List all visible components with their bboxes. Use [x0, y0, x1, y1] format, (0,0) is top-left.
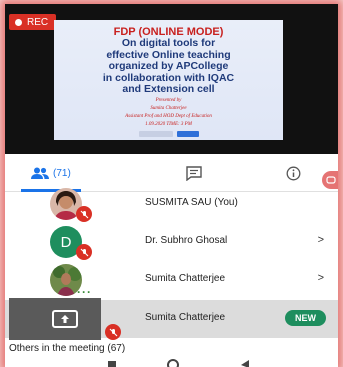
shared-slide: FDP (ONLINE MODE) On digital tools for e…: [54, 20, 283, 140]
meeting-screen: REC FDP (ONLINE MODE) On digital tools f…: [5, 4, 338, 367]
people-icon: [31, 167, 49, 179]
mic-off-icon: [76, 244, 92, 260]
new-badge: NEW: [285, 310, 326, 326]
chevron-right-icon[interactable]: >: [318, 272, 324, 284]
participant-row-presenting[interactable]: Sumita Chatterjee NEW: [5, 298, 338, 340]
bubble-icon: [326, 176, 336, 184]
participant-name: SUSMITA SAU (You): [145, 197, 238, 208]
participant-row[interactable]: D Dr. Subhro Ghosal >: [5, 223, 338, 261]
slide-line: On digital tools for: [121, 37, 216, 49]
recents-icon: [108, 361, 116, 367]
participant-name: Sumita Chatterjee: [145, 273, 226, 284]
mic-off-icon: [76, 206, 92, 222]
participant-row[interactable]: SUSMITA SAU (You): [5, 185, 338, 223]
slide-datetime: 1.09.2020 TIME: 3 PM: [145, 121, 192, 127]
info-icon: [286, 166, 301, 180]
others-section-header: Others in the meeting (67): [9, 343, 126, 354]
slide-button-blue: [176, 130, 199, 137]
slide-button-grey: [138, 130, 173, 137]
participant-name: Sumita Chatterjee: [145, 312, 226, 323]
slide-designation: Assistant Prof and HOD Dept of Education: [125, 113, 212, 119]
recording-dot-icon: [15, 18, 22, 26]
participant-count: (71): [53, 167, 71, 179]
home-icon: [167, 359, 179, 367]
back-icon: [241, 360, 249, 367]
presentation-video: REC FDP (ONLINE MODE) On digital tools f…: [5, 4, 338, 154]
avatar-initial: D: [60, 233, 72, 251]
tab-info[interactable]: [286, 162, 301, 184]
slide-presented-by: Presented by: [155, 97, 182, 103]
participant-name: Dr. Subhro Ghosal: [145, 235, 228, 246]
chat-icon: [186, 165, 202, 181]
slide-line: organized by APCollege: [108, 60, 229, 72]
mic-off-icon: [105, 324, 121, 340]
present-screen-icon: [52, 310, 78, 328]
recording-label: REC: [27, 16, 49, 28]
slide-button-row: [54, 130, 283, 137]
android-nav-bar: [108, 359, 249, 367]
speaking-indicator-icon: ···: [77, 285, 92, 299]
recording-indicator: REC: [9, 14, 57, 30]
slide-presenter: Sumita Chatterjee: [150, 105, 187, 111]
tab-people[interactable]: (71): [31, 162, 71, 184]
chevron-right-icon[interactable]: >: [318, 234, 324, 246]
participant-row[interactable]: ··· Sumita Chatterjee >: [5, 261, 338, 299]
tab-chat[interactable]: [186, 162, 202, 184]
slide-line: and Extension cell: [122, 83, 215, 95]
